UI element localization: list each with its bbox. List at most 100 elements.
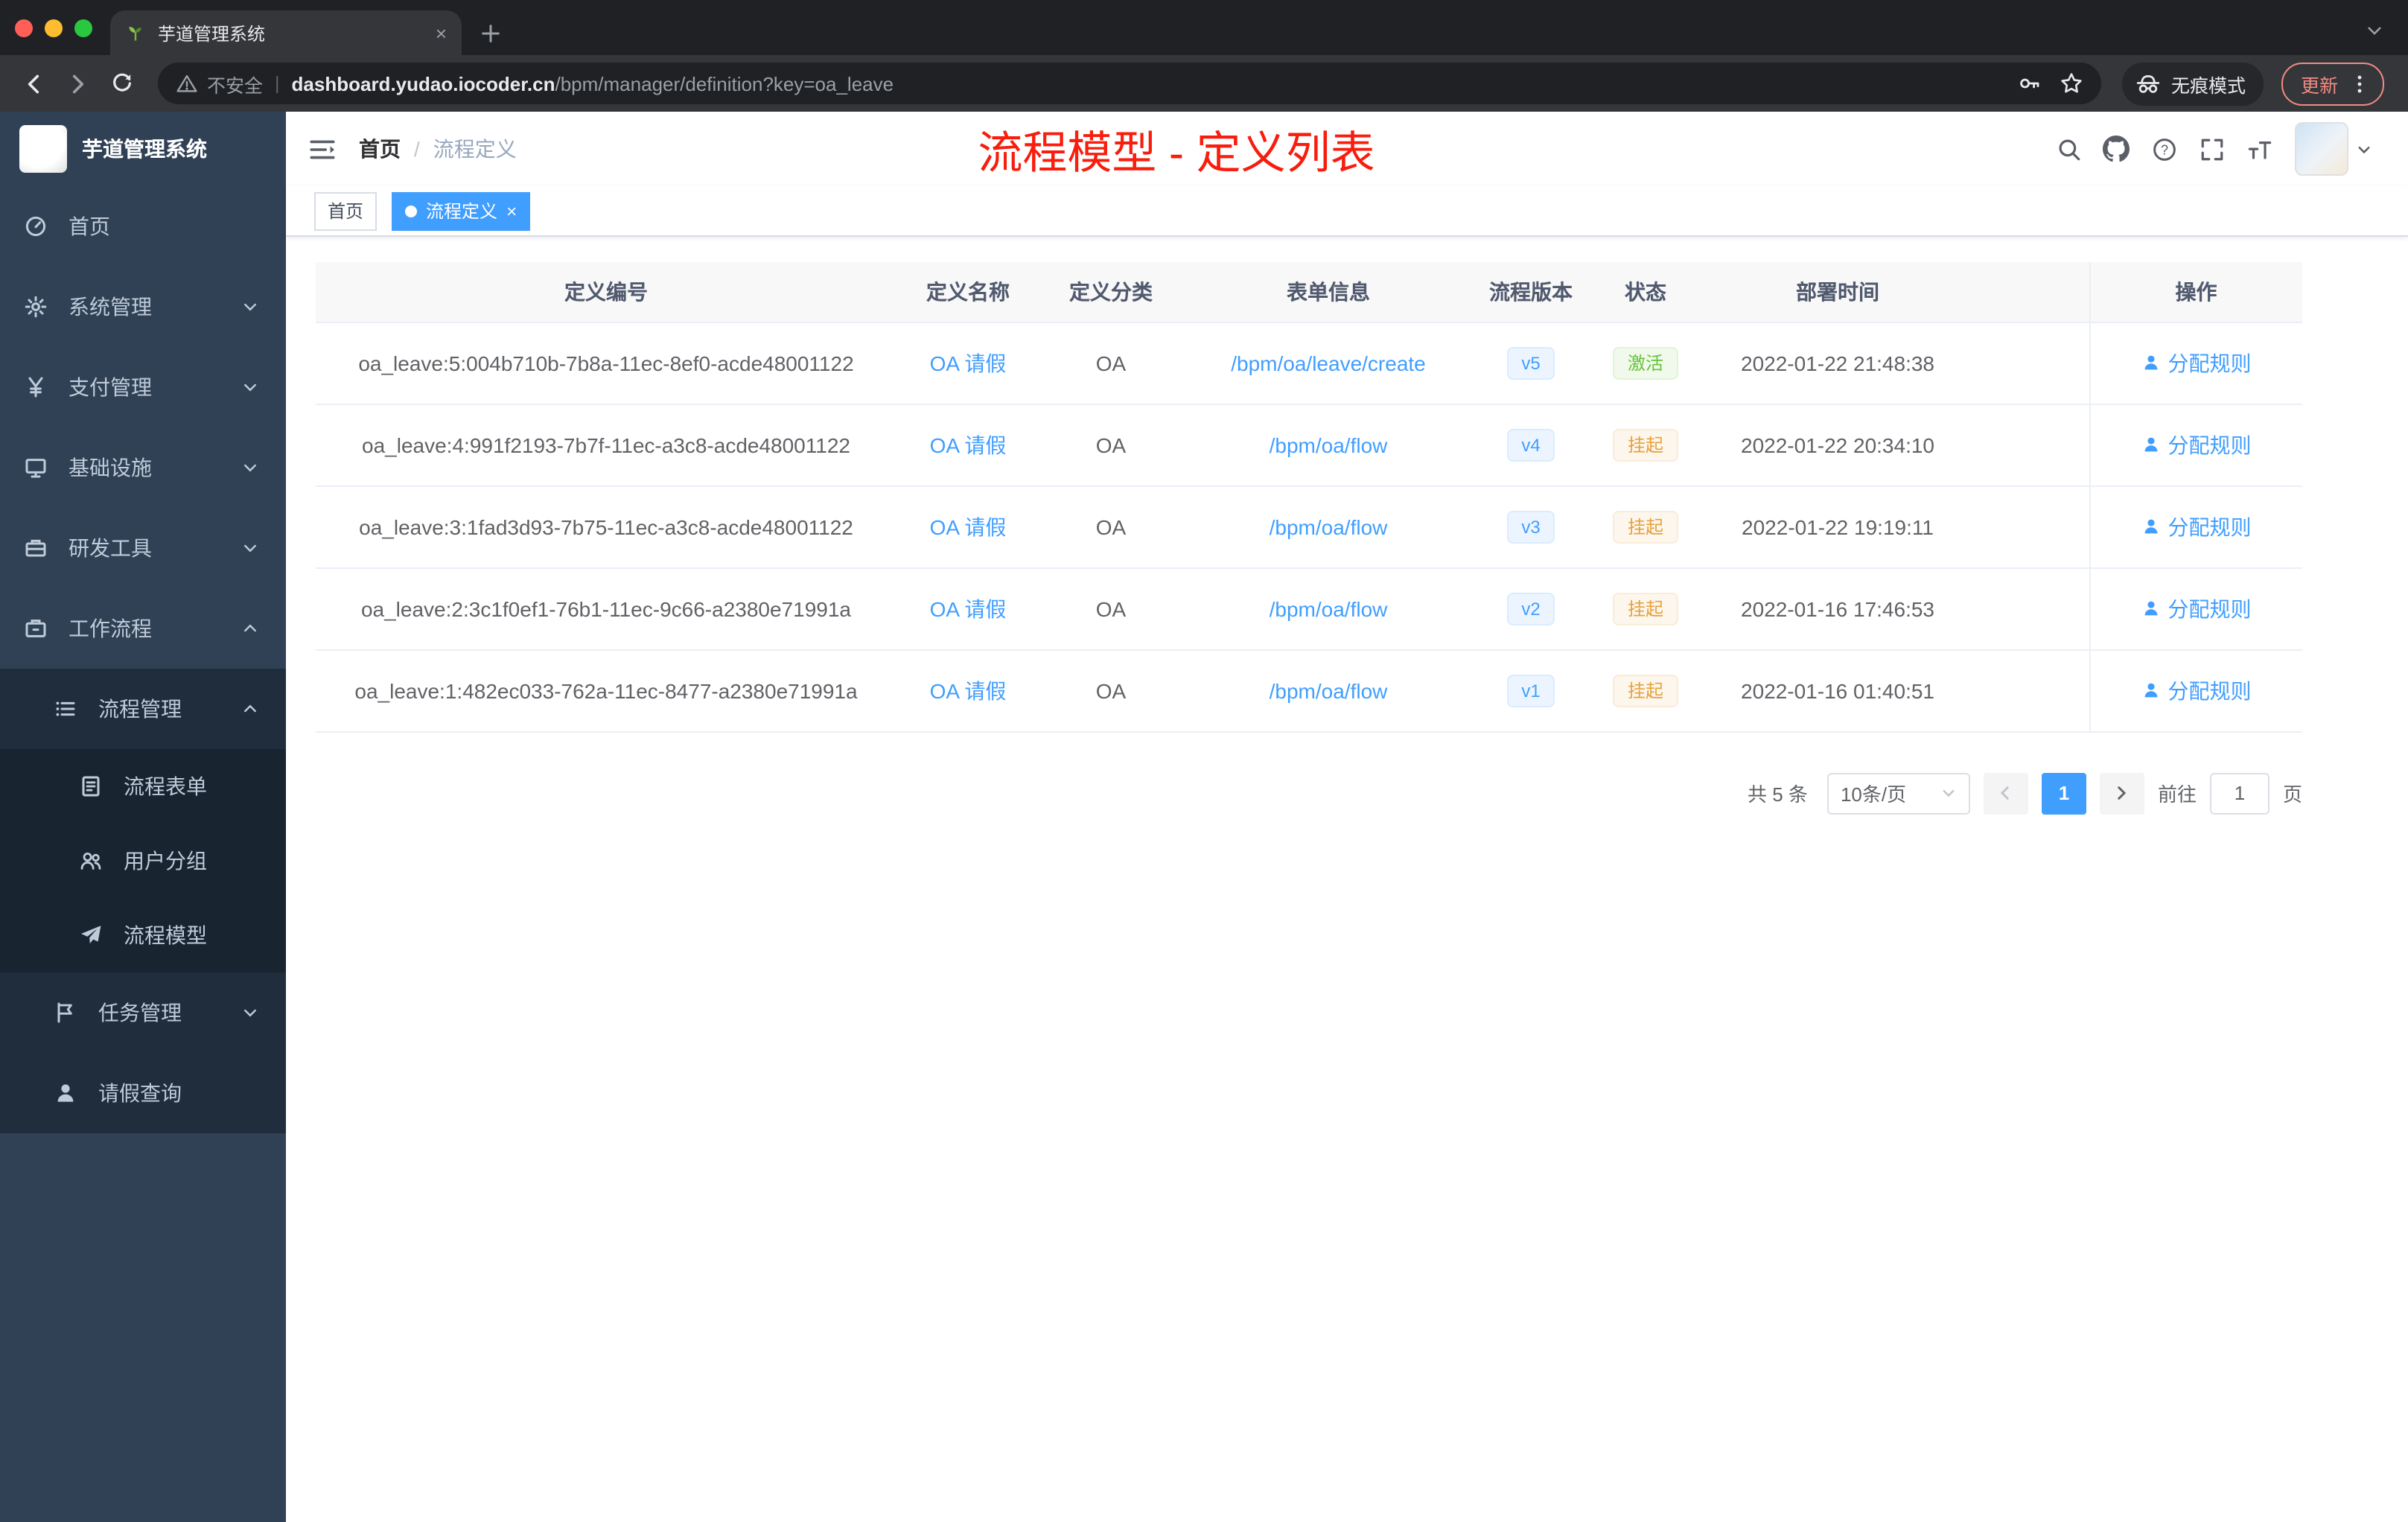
sidebar-item-process-form[interactable]: 流程表单 <box>0 749 286 824</box>
browser-toolbar: 不安全 | dashboard.yudao.iocoder.cn/bpm/man… <box>0 55 2408 112</box>
total-count: 共 5 条 <box>1748 783 1808 806</box>
sidebar-item-task-management[interactable]: 任务管理 <box>0 972 286 1053</box>
logo-avatar <box>19 125 67 173</box>
tab-search-chevron-icon[interactable] <box>2365 21 2384 40</box>
tag-label: 首页 <box>328 201 364 222</box>
form-info-link[interactable]: /bpm/oa/flow <box>1270 678 1388 702</box>
column-status: 状态 <box>1587 262 1704 322</box>
version-badge: v5 <box>1506 346 1555 379</box>
sidebar-item-label: 任务管理 <box>98 1001 182 1025</box>
breadcrumb-home[interactable]: 首页 <box>359 134 401 164</box>
header-actions: ? <box>2045 122 2408 176</box>
definition-name-link[interactable]: OA 请假 <box>930 596 1007 620</box>
form-info-link[interactable]: /bpm/oa/leave/create <box>1231 351 1426 375</box>
kebab-menu-icon[interactable] <box>2348 72 2371 95</box>
tab-title: 芋道管理系统 <box>158 23 266 44</box>
sidebar-item-label: 基础设施 <box>69 456 152 480</box>
security-label: 不安全 <box>207 75 264 96</box>
sidebar-item-payment[interactable]: 支付管理 <box>0 347 286 427</box>
sidebar-item-label: 请假查询 <box>98 1081 182 1105</box>
avatar[interactable] <box>2295 122 2348 176</box>
form-icon <box>79 774 103 798</box>
browser-tab-strip: 芋道管理系统 × <box>0 0 2408 55</box>
sidebar-item-process-model[interactable]: 流程模型 <box>0 898 286 972</box>
version-badge: v3 <box>1506 510 1555 543</box>
page-number-button[interactable]: 1 <box>2041 772 2086 814</box>
sidebar-item-devtools[interactable]: 研发工具 <box>0 508 286 588</box>
briefcase-icon <box>24 617 48 640</box>
sidebar-item-infrastructure[interactable]: 基础设施 <box>0 427 286 508</box>
forward-button[interactable] <box>57 63 98 104</box>
cell-deploy-time: 2022-01-22 19:19:11 <box>1704 485 1972 568</box>
assign-rule-link[interactable]: 分配规则 <box>2141 430 2252 459</box>
chevron-down-icon <box>241 378 259 396</box>
logo-title: 芋道管理系统 <box>82 137 207 161</box>
column-actions: 操作 <box>2089 262 2302 322</box>
browser-update-button[interactable]: 更新 <box>2281 62 2384 105</box>
fullscreen-icon[interactable] <box>2188 125 2235 173</box>
status-badge: 激活 <box>1612 346 1678 379</box>
back-button[interactable] <box>12 63 54 104</box>
status-badge: 挂起 <box>1612 510 1678 543</box>
incognito-badge: 无痕模式 <box>2121 62 2264 105</box>
sidebar-item-workflow[interactable]: 工作流程 <box>0 588 286 669</box>
browser-tab[interactable]: 芋道管理系统 × <box>110 10 462 55</box>
sidebar-item-label: 工作流程 <box>69 617 152 640</box>
sidebar-item-leave-query[interactable]: 请假查询 <box>0 1053 286 1133</box>
list-icon <box>54 697 77 721</box>
assign-rule-link[interactable]: 分配规则 <box>2141 675 2252 705</box>
github-icon[interactable] <box>2092 125 2140 173</box>
prev-page-button[interactable] <box>1983 772 2028 814</box>
form-info-link[interactable]: /bpm/oa/flow <box>1270 433 1388 456</box>
cell-deploy-time: 2022-01-16 17:46:53 <box>1704 567 1972 650</box>
definition-name-link[interactable]: OA 请假 <box>930 515 1007 538</box>
form-info-link[interactable]: /bpm/oa/flow <box>1270 596 1388 620</box>
avatar-caret-icon[interactable] <box>2356 141 2372 157</box>
window-close-button[interactable] <box>15 19 33 37</box>
chevron-down-icon <box>241 459 259 477</box>
cell-spacer <box>1972 649 2089 732</box>
tag-home[interactable]: 首页 <box>314 191 378 230</box>
definition-name-link[interactable]: OA 请假 <box>930 351 1007 375</box>
assign-rule-link[interactable]: 分配规则 <box>2141 593 2252 623</box>
table-row: oa_leave:5:004b710b-7b8a-11ec-8ef0-acde4… <box>316 322 2302 404</box>
incognito-label: 无痕模式 <box>2170 75 2246 96</box>
breadcrumb-current: 流程定义 <box>433 137 517 161</box>
column-definition-id: 定义编号 <box>316 262 896 322</box>
tag-close-icon[interactable]: × <box>506 202 517 220</box>
window-zoom-button[interactable] <box>74 19 92 37</box>
key-icon[interactable] <box>2018 71 2042 95</box>
goto-page-input[interactable] <box>2209 772 2270 814</box>
table-row: oa_leave:4:991f2193-7b7f-11ec-a3c8-acde4… <box>316 404 2302 486</box>
flag-icon <box>54 1001 77 1025</box>
window-minimize-button[interactable] <box>45 19 63 37</box>
definition-name-link[interactable]: OA 请假 <box>930 678 1007 702</box>
form-info-link[interactable]: /bpm/oa/flow <box>1270 515 1388 538</box>
url-path: /bpm/manager/definition?key=oa_leave <box>555 72 894 95</box>
assign-rule-link[interactable]: 分配规则 <box>2141 348 2252 378</box>
page-size-select[interactable]: 10条/页 <box>1826 772 1970 814</box>
sidebar-item-process-management[interactable]: 流程管理 <box>0 669 286 749</box>
sidebar-item-home[interactable]: 首页 <box>0 186 286 267</box>
breadcrumb: 首页 / 流程定义 <box>359 134 517 164</box>
toolbox-icon <box>24 536 48 560</box>
assign-rule-link[interactable]: 分配规则 <box>2141 512 2252 541</box>
font-size-icon[interactable] <box>2235 125 2283 173</box>
goto-label: 前往 <box>2157 783 2197 806</box>
reload-button[interactable] <box>101 63 143 104</box>
sidebar-item-system[interactable]: 系统管理 <box>0 267 286 347</box>
search-icon[interactable] <box>2045 125 2092 173</box>
definition-name-link[interactable]: OA 请假 <box>930 433 1007 456</box>
next-page-button[interactable] <box>2099 772 2144 814</box>
bookmark-star-icon[interactable] <box>2060 71 2083 95</box>
tab-close-icon[interactable]: × <box>436 22 447 44</box>
hamburger-icon[interactable] <box>286 136 359 162</box>
sidebar-logo[interactable]: 芋道管理系统 <box>0 112 286 186</box>
address-bar[interactable]: 不安全 | dashboard.yudao.iocoder.cn/bpm/man… <box>158 63 2101 104</box>
sidebar-item-user-group[interactable]: 用户分组 <box>0 824 286 898</box>
new-tab-button[interactable] <box>480 22 502 45</box>
help-icon[interactable]: ? <box>2140 125 2188 173</box>
tag-process-definition[interactable]: 流程定义 × <box>392 191 531 230</box>
cell-category: OA <box>1039 404 1182 486</box>
cell-definition-id: oa_leave:2:3c1f0ef1-76b1-11ec-9c66-a2380… <box>316 567 896 650</box>
